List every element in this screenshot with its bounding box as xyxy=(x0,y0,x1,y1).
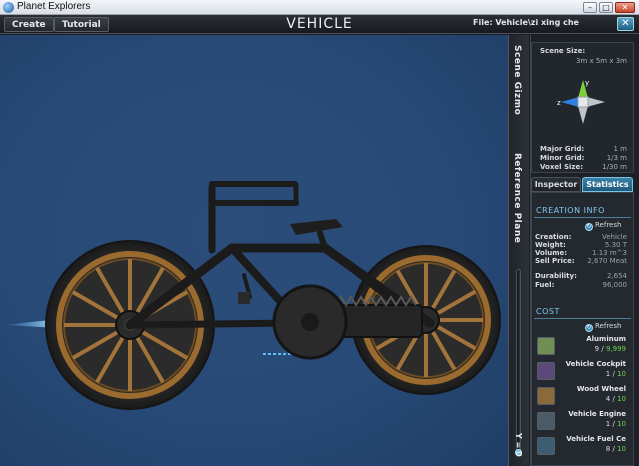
cost-item: Wood Wheel 4 / 10 xyxy=(535,384,630,408)
exit-editor-button[interactable]: ✕ xyxy=(617,17,634,31)
create-menu-button[interactable]: Create xyxy=(4,17,54,32)
weight-label: Weight: xyxy=(535,241,566,249)
fuel-label: Fuel: xyxy=(535,281,555,289)
aluminum-icon xyxy=(537,337,555,355)
cost-item-count: 1 / 10 xyxy=(605,420,626,428)
sell-price-value: 2,670 Meat xyxy=(587,257,627,265)
side-tab-strip: Scene Gizmo Reference Plane Y = 0 xyxy=(508,35,529,466)
tutorial-menu-button[interactable]: Tutorial xyxy=(54,17,109,32)
cost-item-name: Wood Wheel xyxy=(576,385,626,393)
cost-item-need: 10 xyxy=(617,445,626,453)
durability-label: Durability: xyxy=(535,272,577,280)
creation-value: Vehicle xyxy=(601,233,627,241)
z-axis-label: z xyxy=(557,99,561,107)
cost-item-have: 1 xyxy=(605,370,611,378)
cost-item-name: Vehicle Cockpit xyxy=(565,360,626,368)
cost-refresh-button[interactable]: ↻ Refresh xyxy=(585,322,621,332)
sell-price-label: Sell Price: xyxy=(535,257,575,265)
maximize-button[interactable]: □ xyxy=(599,2,613,13)
cost-item-need: 10 xyxy=(617,370,626,378)
cost-header: COST xyxy=(534,307,631,319)
refresh-label: Refresh xyxy=(595,322,622,330)
minimize-button[interactable]: – xyxy=(583,2,597,13)
window-titlebar: Planet Explorers – □ ✕ xyxy=(0,0,639,15)
planet-explorers-app-icon xyxy=(3,2,14,13)
cost-item-name: Vehicle Engine xyxy=(568,410,626,418)
z-axis-cone xyxy=(561,97,579,107)
y-axis-label: y xyxy=(585,79,589,87)
editor-menubar: VEHICLE Create Tutorial File: Vehicle\zi… xyxy=(0,15,639,34)
tab-inspector[interactable]: Inspector xyxy=(531,177,581,192)
wood-wheel-icon xyxy=(537,387,555,405)
vehicle-model[interactable] xyxy=(0,35,508,466)
vehicle-engine-icon xyxy=(537,412,555,430)
cost-item: Vehicle Fuel Ce 8 / 10 xyxy=(535,434,630,458)
right-panel: Scene Size: 3m x 5m x 3m y z Major Grid:… xyxy=(530,35,639,466)
cost-item: Vehicle Cockpit 1 / 10 xyxy=(535,359,630,383)
volume-label: Volume: xyxy=(535,249,568,257)
panel-tabs: Inspector Statistics xyxy=(531,176,634,192)
3d-viewport[interactable] xyxy=(0,35,508,466)
cost-item-count: 1 / 10 xyxy=(605,370,626,378)
statistics-panel: CREATION INFO ↻ Refresh Creation: Vehicle… xyxy=(531,192,634,466)
cost-item-have: 4 xyxy=(605,395,611,403)
cost-item: Vehicle Engine 1 / 10 xyxy=(535,409,630,433)
cost-item-count: 9 / 9,999 xyxy=(594,345,626,353)
cost-item-need: 10 xyxy=(617,420,626,428)
creation-label: Creation: xyxy=(535,233,572,241)
reference-plane-y-value: Y = 0 xyxy=(514,433,523,457)
axis-gizmo[interactable]: y z xyxy=(557,76,609,128)
scene-size-label: Scene Size: xyxy=(540,47,586,55)
refresh-label: Refresh xyxy=(595,221,622,229)
scene-gizmo-panel: Scene Size: 3m x 5m x 3m y z Major Grid:… xyxy=(531,42,634,173)
weight-value: 5.30 T xyxy=(604,241,627,249)
close-window-button[interactable]: ✕ xyxy=(615,2,635,13)
bike-seat xyxy=(290,219,343,235)
cost-item-name: Vehicle Fuel Ce xyxy=(566,435,626,443)
tab-statistics[interactable]: Statistics xyxy=(582,177,633,192)
cost-item-count: 4 / 10 xyxy=(605,395,626,403)
reference-plane-slider[interactable] xyxy=(516,269,521,453)
cost-item-count: 8 / 10 xyxy=(605,445,626,453)
scene-size-value: 3m x 5m x 3m xyxy=(575,57,627,65)
creation-info-header: CREATION INFO xyxy=(534,206,631,218)
voxel-size-label: Voxel Size: xyxy=(540,163,584,171)
major-grid-value: 1 m xyxy=(613,145,628,153)
creation-info-refresh-button[interactable]: ↻ Refresh xyxy=(585,221,621,231)
cost-item-need: 9,999 xyxy=(605,345,626,353)
fuel-value: 96,000 xyxy=(602,281,628,289)
refresh-icon: ↻ xyxy=(585,324,593,332)
cost-item-name: Aluminum xyxy=(586,335,626,343)
minor-grid-value: 1/3 m xyxy=(606,154,627,162)
reference-plane-tab[interactable]: Reference Plane xyxy=(512,153,522,243)
voxel-size-value: 1/30 m xyxy=(602,163,627,171)
cost-item: Aluminum 9 / 9,999 xyxy=(535,334,630,358)
refresh-icon: ↻ xyxy=(585,223,593,231)
pedal xyxy=(238,292,250,304)
cost-item-need: 10 xyxy=(617,395,626,403)
vehicle-fuel-cell-icon xyxy=(537,437,555,455)
durability-value: 2,654 xyxy=(606,272,627,280)
minor-grid-label: Minor Grid: xyxy=(540,154,585,162)
scene-gizmo-tab[interactable]: Scene Gizmo xyxy=(512,45,522,115)
volume-value: 1.13 m^3 xyxy=(592,249,627,257)
cost-item-have: 8 xyxy=(605,445,611,453)
file-name-label: File: Vehicle\zi xing che xyxy=(473,18,579,27)
window-title: Planet Explorers xyxy=(17,1,91,12)
cost-item-have: 9 xyxy=(594,345,600,353)
vehicle-cockpit-icon xyxy=(537,362,555,380)
major-grid-label: Major Grid: xyxy=(540,145,585,153)
cost-item-have: 1 xyxy=(605,420,611,428)
